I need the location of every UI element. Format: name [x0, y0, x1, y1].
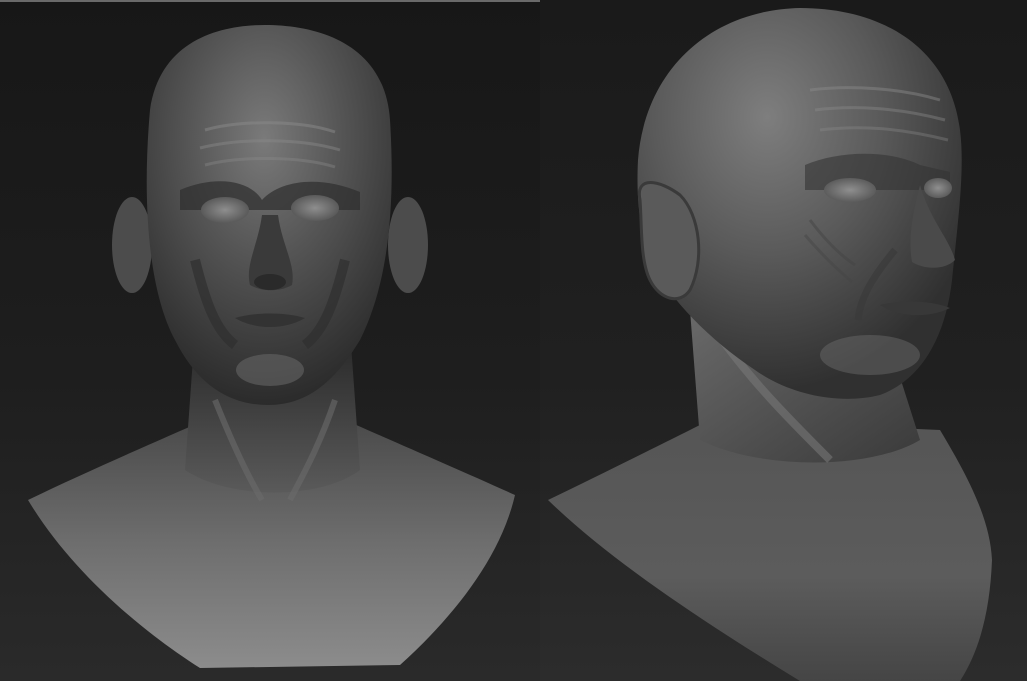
top-divider-line [0, 0, 540, 2]
front-left-eye [201, 197, 249, 223]
front-right-ear [388, 197, 428, 293]
three-quarter-right-eye [924, 178, 952, 198]
three-quarter-view-panel [540, 0, 1027, 681]
sculpt-viewport [0, 0, 1027, 681]
three-quarter-bust-render [548, 8, 992, 681]
front-bust-render [28, 25, 515, 668]
three-quarter-left-eye [824, 178, 876, 202]
front-view-panel [0, 0, 540, 681]
front-right-eye [291, 195, 339, 221]
front-left-ear [112, 197, 152, 293]
